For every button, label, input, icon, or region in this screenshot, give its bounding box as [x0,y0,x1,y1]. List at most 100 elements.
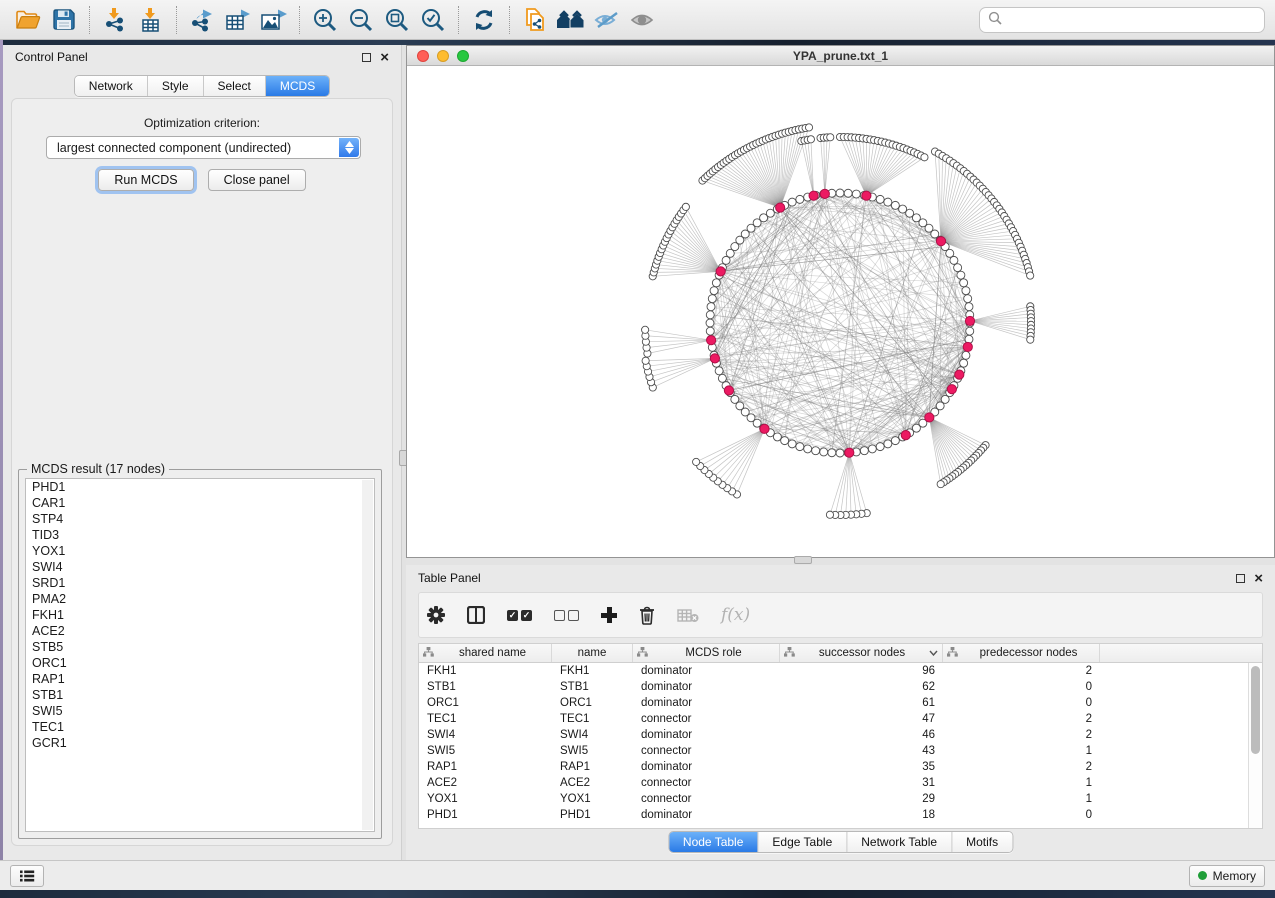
graph-node[interactable] [706,327,714,335]
graph-node[interactable] [706,311,714,319]
column-header-predecessor-nodes[interactable]: predecessor nodes [943,644,1100,662]
copy-network-share-icon[interactable] [517,4,553,36]
table-cell[interactable]: 61 [780,695,943,711]
network-overview-icon[interactable] [553,4,589,36]
table-settings-icon[interactable] [427,606,445,624]
table-cell[interactable]: YOX1 [419,791,552,807]
import-table-icon[interactable] [133,4,169,36]
graph-hub-node-dominator[interactable] [901,431,910,440]
graph-hub-node-dominator[interactable] [965,316,974,325]
table-cell[interactable]: 31 [780,775,943,791]
window-maximize-icon[interactable] [457,50,469,62]
graph-node[interactable] [964,295,972,303]
table-row[interactable]: PHD1PHD1dominator180 [419,807,1248,823]
graph-node[interactable] [891,201,899,209]
zoom-in-icon[interactable] [307,4,343,36]
graph-hub-node-dominator[interactable] [963,342,972,351]
table-cell[interactable]: 62 [780,679,943,695]
graph-hub-node-dominator[interactable] [947,385,956,394]
mcds-result-item[interactable]: STP4 [26,511,374,527]
graph-node[interactable] [796,443,804,451]
graph-hub-node-dominator[interactable] [955,370,964,379]
add-column-icon[interactable] [601,607,617,623]
table-cell[interactable]: 2 [943,759,1100,775]
table-cell[interactable]: 2 [943,663,1100,679]
mcds-result-item[interactable]: SRD1 [26,575,374,591]
graph-node[interactable] [812,447,820,455]
table-cell[interactable]: ORC1 [419,695,552,711]
table-cell[interactable]: 35 [780,759,943,775]
export-table-icon[interactable] [220,4,256,36]
zoom-fit-icon[interactable] [379,4,415,36]
table-row[interactable]: STB1STB1dominator620 [419,679,1248,695]
graph-node[interactable] [826,511,833,518]
mcds-result-item[interactable]: PHD1 [26,479,374,495]
float-panel-icon[interactable] [1236,574,1245,583]
table-cell[interactable]: TEC1 [552,711,633,727]
mcds-result-item[interactable]: STB1 [26,687,374,703]
show-panels-menu-button[interactable] [10,865,44,887]
graph-hub-node-dominator[interactable] [862,191,871,200]
table-cell[interactable]: 46 [780,727,943,743]
tab-network-table[interactable]: Network Table [846,832,951,852]
graph-node[interactable] [706,319,714,327]
mcds-result-item[interactable]: STB5 [26,639,374,655]
criterion-dropdown[interactable]: largest connected component (undirected) [46,136,361,159]
network-graph-canvas[interactable] [407,66,1274,557]
graph-node[interactable] [884,198,892,206]
tab-edge-table[interactable]: Edge Table [757,832,846,852]
column-header-successor-nodes[interactable]: successor nodes [780,644,943,662]
mcds-result-item[interactable]: PMA2 [26,591,374,607]
column-header-name[interactable]: name [552,644,633,662]
export-image-icon[interactable] [256,4,292,36]
table-cell[interactable]: 29 [780,791,943,807]
graph-node[interactable] [950,256,958,264]
graph-node[interactable] [781,437,789,445]
select-all-icon[interactable] [507,610,532,621]
graph-node[interactable] [868,445,876,453]
table-cell[interactable]: dominator [633,695,780,711]
close-panel-icon[interactable]: × [380,53,389,62]
table-cell[interactable]: PHD1 [552,807,633,823]
graph-node[interactable] [860,447,868,455]
column-header-MCDS-role[interactable]: MCDS role [633,644,780,662]
graph-node[interactable] [710,287,718,295]
list-scrollbar[interactable] [362,480,373,830]
table-cell[interactable]: connector [633,711,780,727]
graph-hub-node-dominator[interactable] [936,237,945,246]
table-cell[interactable]: 0 [943,679,1100,695]
graph-node[interactable] [876,195,884,203]
graph-node[interactable] [804,445,812,453]
graph-node[interactable] [960,359,968,367]
graph-node[interactable] [966,327,974,335]
graph-node[interactable] [960,279,968,287]
mcds-result-item[interactable]: GCR1 [26,735,374,751]
graph-hub-node-dominator[interactable] [925,413,934,422]
graph-node[interactable] [1027,272,1034,279]
table-scrollbar[interactable] [1248,663,1262,828]
table-row[interactable]: SWI5SWI5connector431 [419,743,1248,759]
show-all-icon[interactable] [625,4,661,36]
network-window-titlebar[interactable]: YPA_prune.txt_1 [407,46,1274,66]
table-cell[interactable]: dominator [633,807,780,823]
mcds-result-item[interactable]: TID3 [26,527,374,543]
mcds-result-item[interactable]: ACE2 [26,623,374,639]
graph-node[interactable] [957,271,965,279]
graph-hub-node-dominator[interactable] [724,386,733,395]
graph-node[interactable] [642,357,649,364]
table-cell[interactable]: 1 [943,743,1100,759]
mcds-result-item[interactable]: YOX1 [26,543,374,559]
table-cell[interactable]: dominator [633,679,780,695]
graph-hub-node-dominator[interactable] [809,191,818,200]
table-cell[interactable]: STB1 [419,679,552,695]
mcds-result-item[interactable]: TEC1 [26,719,374,735]
graph-hub-node-dominator[interactable] [776,203,785,212]
splitter-grip[interactable] [794,556,812,564]
run-mcds-button[interactable]: Run MCDS [98,169,193,191]
graph-hub-node-dominator[interactable] [760,424,769,433]
table-cell[interactable]: PHD1 [419,807,552,823]
save-session-icon[interactable] [46,4,82,36]
graph-node[interactable] [820,448,828,456]
refresh-icon[interactable] [466,4,502,36]
mcds-result-item[interactable]: CAR1 [26,495,374,511]
